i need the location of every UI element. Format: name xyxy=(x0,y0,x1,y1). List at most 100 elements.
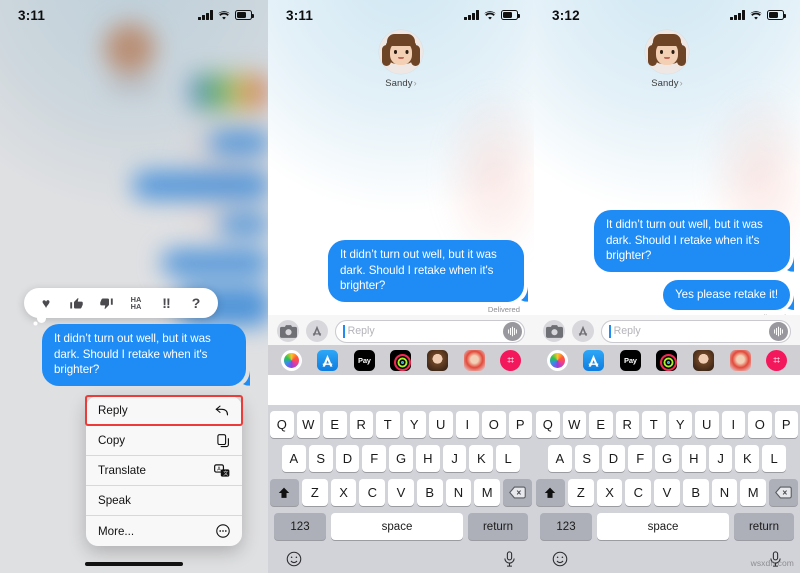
memoji-stickers-app-icon[interactable] xyxy=(729,349,751,371)
key-t[interactable]: T xyxy=(642,411,666,438)
return-key[interactable]: return xyxy=(468,513,528,540)
app-store-icon[interactable] xyxy=(306,320,328,342)
contact-name[interactable]: Sandy› xyxy=(651,78,683,89)
contact-header[interactable]: Sandy› xyxy=(268,30,534,89)
key-p[interactable]: P xyxy=(774,411,798,438)
key-d[interactable]: D xyxy=(601,445,626,472)
key-o[interactable]: O xyxy=(482,411,506,438)
key-y[interactable]: Y xyxy=(402,411,426,438)
search-input[interactable]: Reply xyxy=(335,319,525,343)
context-menu-item-translate[interactable]: Translate A文 xyxy=(86,456,242,486)
context-menu-item-reply[interactable]: Reply xyxy=(86,396,242,426)
key-k[interactable]: K xyxy=(469,445,494,472)
microphone-icon[interactable] xyxy=(503,551,516,572)
key-y[interactable]: Y xyxy=(668,411,692,438)
backspace-key[interactable] xyxy=(769,479,799,506)
photos-app-icon[interactable] xyxy=(546,349,568,371)
thumbs-down-reaction[interactable] xyxy=(91,288,121,318)
thumbs-up-reaction[interactable] xyxy=(61,288,91,318)
fitness-app-icon[interactable] xyxy=(656,349,678,371)
key-c[interactable]: C xyxy=(625,479,652,506)
message-bubble[interactable]: It didn’t turn out well, but it was dark… xyxy=(594,210,790,272)
context-menu-item-more[interactable]: More... xyxy=(86,516,242,546)
key-n[interactable]: N xyxy=(445,479,472,506)
key-u[interactable]: U xyxy=(695,411,719,438)
key-z[interactable]: Z xyxy=(567,479,594,506)
camera-icon[interactable] xyxy=(277,320,299,342)
key-j[interactable]: J xyxy=(708,445,733,472)
key-b[interactable]: B xyxy=(682,479,709,506)
images-app-icon[interactable] xyxy=(500,349,522,371)
message-bubble[interactable]: It didn’t turn out well, but it was dark… xyxy=(328,240,524,302)
key-j[interactable]: J xyxy=(442,445,467,472)
haha-reaction[interactable]: HA HA xyxy=(121,288,151,318)
key-k[interactable]: K xyxy=(735,445,760,472)
memoji-stickers-app-icon[interactable] xyxy=(463,349,485,371)
return-key[interactable]: return xyxy=(734,513,794,540)
key-i[interactable]: I xyxy=(721,411,745,438)
context-menu-item-speak[interactable]: Speak xyxy=(86,486,242,516)
reaction-bar[interactable]: ♥ HA HA ‼ ? xyxy=(24,288,218,323)
key-c[interactable]: C xyxy=(359,479,386,506)
photos-app-icon[interactable] xyxy=(280,349,302,371)
question-reaction[interactable]: ? xyxy=(181,288,211,318)
key-z[interactable]: Z xyxy=(301,479,328,506)
key-b[interactable]: B xyxy=(416,479,443,506)
focused-message-bubble[interactable]: It didn’t turn out well, but it was dark… xyxy=(42,324,246,386)
app-store-app-icon[interactable] xyxy=(583,349,605,371)
key-p[interactable]: P xyxy=(508,411,532,438)
key-t[interactable]: T xyxy=(376,411,400,438)
app-store-app-icon[interactable] xyxy=(317,349,339,371)
context-menu-item-copy[interactable]: Copy xyxy=(86,426,242,456)
key-f[interactable]: F xyxy=(628,445,653,472)
key-l[interactable]: L xyxy=(762,445,787,472)
avatar[interactable] xyxy=(645,30,689,74)
key-m[interactable]: M xyxy=(740,479,767,506)
key-e[interactable]: E xyxy=(323,411,347,438)
emoji-smiley-icon[interactable] xyxy=(286,551,302,572)
images-app-icon[interactable] xyxy=(766,349,788,371)
message-bubble[interactable]: Yes please retake it! xyxy=(663,279,790,311)
key-f[interactable]: F xyxy=(362,445,387,472)
contact-name[interactable]: Sandy› xyxy=(385,78,417,89)
apple-pay-app-icon[interactable]: Pay xyxy=(619,349,641,371)
key-g[interactable]: G xyxy=(389,445,413,472)
key-v[interactable]: V xyxy=(388,479,414,506)
numbers-key[interactable]: 123 xyxy=(274,513,326,540)
key-o[interactable]: O xyxy=(748,411,772,438)
key-i[interactable]: I xyxy=(455,411,479,438)
key-u[interactable]: U xyxy=(429,411,453,438)
key-h[interactable]: H xyxy=(681,445,706,472)
key-s[interactable]: S xyxy=(308,445,333,472)
key-w[interactable]: W xyxy=(562,411,586,438)
key-n[interactable]: N xyxy=(711,479,738,506)
audio-waveform-icon[interactable] xyxy=(769,322,788,341)
space-key[interactable]: space xyxy=(597,513,729,540)
key-w[interactable]: W xyxy=(296,411,320,438)
search-input[interactable]: Reply xyxy=(601,319,791,343)
heart-reaction[interactable]: ♥ xyxy=(31,288,61,318)
audio-waveform-icon[interactable] xyxy=(503,322,522,341)
avatar[interactable] xyxy=(379,30,423,74)
key-h[interactable]: H xyxy=(415,445,440,472)
app-store-icon[interactable] xyxy=(572,320,594,342)
key-g[interactable]: G xyxy=(655,445,679,472)
key-q[interactable]: Q xyxy=(536,411,560,438)
key-a[interactable]: A xyxy=(281,445,306,472)
fitness-app-icon[interactable] xyxy=(390,349,412,371)
key-r[interactable]: R xyxy=(615,411,639,438)
shift-key[interactable] xyxy=(535,479,565,506)
key-e[interactable]: E xyxy=(589,411,613,438)
apple-pay-app-icon[interactable]: Pay xyxy=(353,349,375,371)
key-s[interactable]: S xyxy=(574,445,599,472)
contact-header[interactable]: Sandy› xyxy=(534,30,800,89)
emoji-smiley-icon[interactable] xyxy=(552,551,568,572)
camera-icon[interactable] xyxy=(543,320,565,342)
space-key[interactable]: space xyxy=(331,513,463,540)
key-m[interactable]: M xyxy=(474,479,501,506)
numbers-key[interactable]: 123 xyxy=(540,513,592,540)
key-d[interactable]: D xyxy=(335,445,360,472)
shift-key[interactable] xyxy=(269,479,299,506)
key-x[interactable]: X xyxy=(330,479,357,506)
memoji-app-icon[interactable] xyxy=(427,349,449,371)
